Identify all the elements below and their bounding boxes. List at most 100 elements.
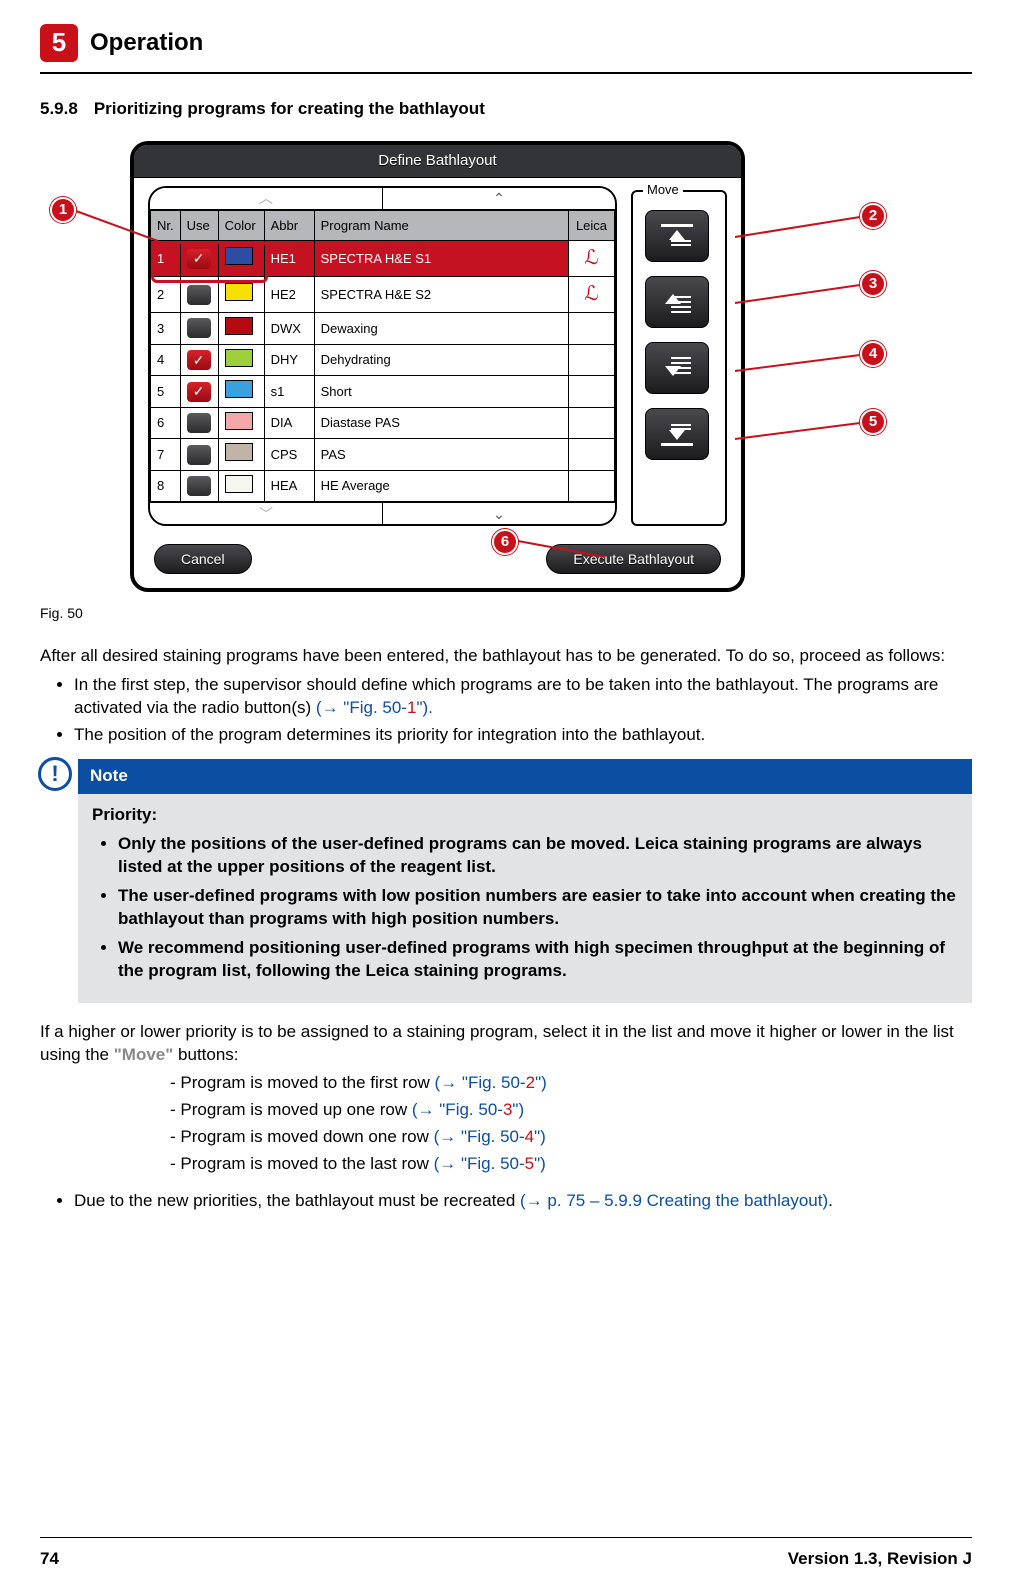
color-swatch [218, 407, 264, 439]
cell-nr: 6 [151, 407, 181, 439]
move-description: - Program is moved down one row (→ "Fig.… [170, 1126, 972, 1149]
cell-name: Dehydrating [314, 344, 568, 376]
program-list-panel: ︿ ⌃ Nr. Use Color Abbr Program Name Leic… [148, 186, 617, 526]
chapter-number-badge: 5 [40, 24, 78, 62]
use-checkbox[interactable]: ✓ [180, 241, 218, 277]
cell-leica [569, 313, 615, 345]
move-description: - Program is moved to the last row (→ "F… [170, 1153, 972, 1176]
cell-name: SPECTRA H&E S2 [314, 277, 568, 313]
cell-nr: 8 [151, 470, 181, 502]
color-swatch [218, 439, 264, 471]
section-title: Prioritizing programs for creating the b… [94, 98, 485, 121]
execute-bathlayout-button[interactable]: Execute Bathlayout [546, 544, 721, 574]
cell-nr: 7 [151, 439, 181, 471]
callout-3: 3 [860, 271, 886, 297]
scroll-down-left-icon[interactable]: ﹀ [150, 502, 382, 524]
table-row[interactable]: 5✓ s1Short [151, 376, 615, 408]
cell-leica [569, 344, 615, 376]
note-title: Note [78, 759, 972, 794]
scroll-down-right-icon[interactable]: ⌄ [382, 502, 615, 524]
use-checkbox[interactable] [180, 313, 218, 345]
use-checkbox[interactable] [180, 407, 218, 439]
cell-abbr: DHY [264, 344, 314, 376]
col-name: Program Name [314, 211, 568, 241]
cell-abbr: HE1 [264, 241, 314, 277]
bullet-activate: In the first step, the supervisor should… [74, 674, 972, 720]
table-row[interactable]: 1✓ HE1SPECTRA H&E S1ℒ [151, 241, 615, 277]
cell-leica: ℒ [569, 241, 615, 277]
program-table: Nr. Use Color Abbr Program Name Leica 1✓… [150, 210, 615, 502]
note-item-3: We recommend positioning user-defined pr… [118, 937, 958, 983]
move-up-button[interactable] [645, 276, 709, 328]
callout-4: 4 [860, 341, 886, 367]
cell-name: Short [314, 376, 568, 408]
bullet-position: The position of the program determines i… [74, 724, 972, 747]
cell-abbr: DWX [264, 313, 314, 345]
cell-abbr: HEA [264, 470, 314, 502]
use-checkbox[interactable] [180, 277, 218, 313]
section-number: 5.9.8 [40, 98, 78, 121]
scroll-up-left-icon[interactable]: ︿ [150, 188, 382, 210]
dialog-title: Define Bathlayout [134, 145, 741, 178]
cell-leica [569, 439, 615, 471]
scroll-up-right-icon[interactable]: ⌃ [382, 188, 615, 210]
cell-abbr: DIA [264, 407, 314, 439]
page-number: 74 [40, 1548, 59, 1571]
use-checkbox[interactable] [180, 439, 218, 471]
col-use: Use [180, 211, 218, 241]
cell-nr: 3 [151, 313, 181, 345]
move-panel: Move [631, 190, 727, 526]
note-block: ! Note Priority: Only the positions of t… [40, 759, 972, 1003]
cell-name: Diastase PAS [314, 407, 568, 439]
color-swatch [218, 470, 264, 502]
cell-name: Dewaxing [314, 313, 568, 345]
cell-leica [569, 470, 615, 502]
use-checkbox[interactable]: ✓ [180, 344, 218, 376]
color-swatch [218, 313, 264, 345]
use-checkbox[interactable]: ✓ [180, 376, 218, 408]
table-row[interactable]: 4✓ DHYDehydrating [151, 344, 615, 376]
cell-name: SPECTRA H&E S1 [314, 241, 568, 277]
cell-nr: 1 [151, 241, 181, 277]
cell-leica: ℒ [569, 277, 615, 313]
col-color: Color [218, 211, 264, 241]
cell-nr: 4 [151, 344, 181, 376]
note-item-2: The user-defined programs with low posit… [118, 885, 958, 931]
callout-5: 5 [860, 409, 886, 435]
bullet-recreate: Due to the new priorities, the bathlayou… [74, 1190, 972, 1213]
move-to-bottom-button[interactable] [645, 408, 709, 460]
table-row[interactable]: 6 DIADiastase PAS [151, 407, 615, 439]
para-intro: After all desired staining programs have… [40, 645, 972, 668]
callout-2: 2 [860, 203, 886, 229]
cell-abbr: HE2 [264, 277, 314, 313]
cell-leica [569, 376, 615, 408]
color-swatch [218, 241, 264, 277]
note-item-1: Only the positions of the user-defined p… [118, 833, 958, 879]
cancel-button[interactable]: Cancel [154, 544, 252, 574]
table-row[interactable]: 2 HE2SPECTRA H&E S2ℒ [151, 277, 615, 313]
para-move-intro: If a higher or lower priority is to be a… [40, 1021, 972, 1067]
chapter-title: Operation [90, 27, 203, 59]
color-swatch [218, 376, 264, 408]
cell-nr: 2 [151, 277, 181, 313]
callout-1: 1 [50, 197, 76, 223]
move-down-button[interactable] [645, 342, 709, 394]
table-row[interactable]: 3 DWXDewaxing [151, 313, 615, 345]
version-label: Version 1.3, Revision J [788, 1548, 972, 1571]
move-description: - Program is moved to the first row (→ "… [170, 1072, 972, 1095]
table-row[interactable]: 7CPSPAS [151, 439, 615, 471]
cell-name: PAS [314, 439, 568, 471]
header-rule [40, 72, 972, 74]
note-icon: ! [38, 757, 72, 791]
use-checkbox[interactable] [180, 470, 218, 502]
cell-leica [569, 407, 615, 439]
move-to-top-button[interactable] [645, 210, 709, 262]
cell-nr: 5 [151, 376, 181, 408]
figure-caption: Fig. 50 [40, 604, 972, 623]
table-row[interactable]: 8 HEAHE Average [151, 470, 615, 502]
cell-abbr: s1 [264, 376, 314, 408]
color-swatch [218, 277, 264, 313]
col-leica: Leica [569, 211, 615, 241]
move-description: - Program is moved up one row (→ "Fig. 5… [170, 1099, 972, 1122]
cell-name: HE Average [314, 470, 568, 502]
